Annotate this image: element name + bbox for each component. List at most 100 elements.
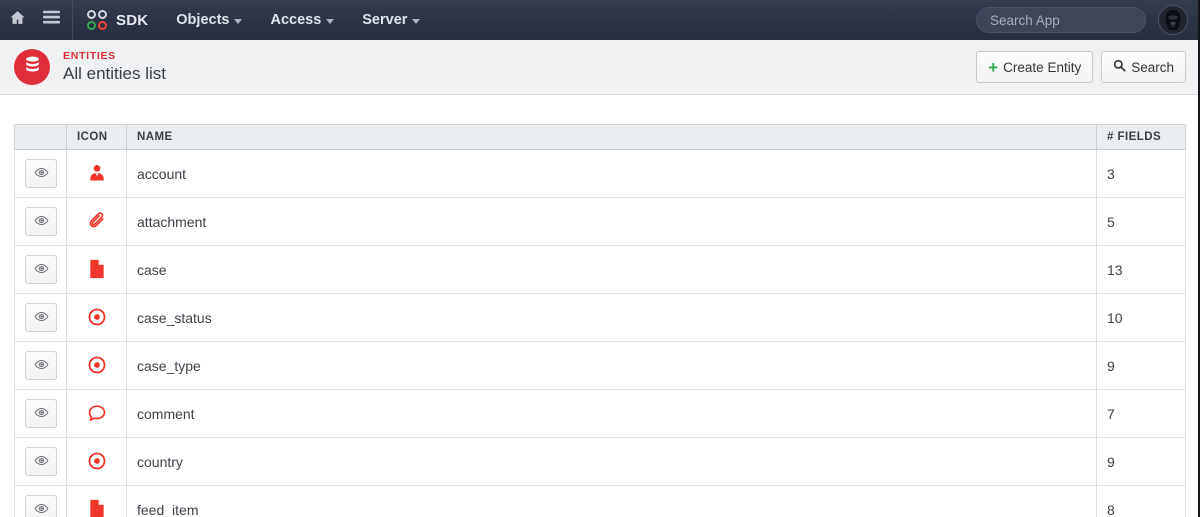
eye-icon: [34, 501, 49, 517]
eye-icon: [34, 309, 49, 327]
row-view-cell: [14, 341, 67, 390]
page-header-text: ENTITIES All entities list: [63, 50, 166, 84]
row-name-cell: case_status: [126, 293, 1097, 342]
search-button-label: Search: [1131, 59, 1174, 75]
table-header-row: ICON NAME # FIELDS: [14, 124, 1186, 150]
view-entity-button[interactable]: [25, 351, 57, 380]
chevron-down-icon: [412, 18, 421, 24]
row-name-cell: feed_item: [126, 485, 1097, 517]
row-icon-cell: [66, 437, 127, 486]
row-view-cell: [14, 149, 67, 198]
create-entity-button[interactable]: + Create Entity: [976, 51, 1094, 83]
view-entity-button[interactable]: [25, 159, 57, 188]
table-row[interactable]: feed_item 8: [14, 485, 1186, 517]
paperclip-icon: [86, 210, 108, 232]
row-icon-cell: [66, 389, 127, 438]
entities-table-container: ICON NAME # FIELDS account 3 attachment …: [0, 96, 1200, 517]
circle-dot-icon: [86, 354, 108, 376]
row-view-cell: [14, 293, 67, 342]
row-name-cell: attachment: [126, 197, 1097, 246]
page-title: All entities list: [63, 64, 166, 83]
table-row[interactable]: case_status 10: [14, 293, 1186, 342]
eye-icon: [34, 165, 49, 183]
column-header-view: [14, 124, 67, 150]
nav-right-group: [976, 5, 1200, 35]
table-row[interactable]: case_type 9: [14, 341, 1186, 390]
entities-avatar: [14, 49, 50, 85]
row-fields-cell: 9: [1096, 437, 1186, 486]
search-button[interactable]: Search: [1101, 51, 1186, 83]
chevron-down-icon: [326, 18, 335, 24]
nav-item-access[interactable]: Access: [256, 0, 348, 40]
row-name-cell: case_type: [126, 341, 1097, 390]
comment-icon: [86, 402, 108, 424]
home-icon: [9, 9, 26, 31]
row-name-cell: case: [126, 245, 1097, 294]
circle-dot-icon: [86, 450, 108, 472]
row-icon-cell: [66, 245, 127, 294]
nav-item-label: Access: [270, 12, 322, 28]
table-row[interactable]: case 13: [14, 245, 1186, 294]
view-entity-button[interactable]: [25, 255, 57, 284]
row-fields-cell: 8: [1096, 485, 1186, 517]
eye-icon: [34, 357, 49, 375]
view-entity-button[interactable]: [25, 303, 57, 332]
page-header: ENTITIES All entities list + Create Enti…: [0, 40, 1200, 95]
table-header: ICON NAME # FIELDS: [14, 124, 1186, 150]
menu-toggle-button[interactable]: [34, 0, 68, 40]
nav-divider: [72, 0, 73, 40]
page-header-actions: + Create Entity Search: [976, 51, 1186, 83]
row-name-cell: comment: [126, 389, 1097, 438]
row-icon-cell: [66, 149, 127, 198]
top-navigation-bar: SDK Objects Access Server: [0, 0, 1200, 40]
table-row[interactable]: country 9: [14, 437, 1186, 486]
view-entity-button[interactable]: [25, 447, 57, 476]
view-entity-button[interactable]: [25, 399, 57, 428]
row-fields-cell: 3: [1096, 149, 1186, 198]
sdk-dots-icon: [87, 10, 107, 30]
database-icon: [23, 55, 42, 79]
search-app-input[interactable]: [976, 7, 1146, 33]
create-entity-label: Create Entity: [1003, 59, 1082, 75]
brand-label: SDK: [116, 11, 149, 29]
entities-table: ICON NAME # FIELDS account 3 attachment …: [14, 124, 1186, 517]
file-icon: [86, 498, 108, 517]
table-row[interactable]: account 3: [14, 149, 1186, 198]
row-view-cell: [14, 437, 67, 486]
view-entity-button[interactable]: [25, 207, 57, 236]
search-icon: [1113, 59, 1126, 75]
eye-icon: [34, 261, 49, 279]
row-fields-cell: 7: [1096, 389, 1186, 438]
table-body: account 3 attachment 5 case 13 case_stat…: [14, 149, 1186, 517]
view-entity-button[interactable]: [25, 495, 57, 517]
nav-item-label: Server: [362, 12, 408, 28]
column-header-icon: ICON: [66, 124, 127, 150]
column-header-fields: # FIELDS: [1096, 124, 1186, 150]
home-button[interactable]: [0, 0, 34, 40]
row-name-cell: country: [126, 437, 1097, 486]
breadcrumb-eyebrow: ENTITIES: [63, 50, 116, 62]
nav-item-objects[interactable]: Objects: [162, 0, 256, 40]
circle-dot-icon: [86, 306, 108, 328]
row-fields-cell: 9: [1096, 341, 1186, 390]
brand-sdk[interactable]: SDK: [79, 0, 162, 40]
row-view-cell: [14, 485, 67, 517]
user-avatar[interactable]: [1158, 5, 1188, 35]
column-header-name: NAME: [126, 124, 1097, 150]
hamburger-menu-icon: [42, 10, 60, 30]
row-icon-cell: [66, 485, 127, 517]
row-icon-cell: [66, 293, 127, 342]
row-view-cell: [14, 197, 67, 246]
row-icon-cell: [66, 197, 127, 246]
row-fields-cell: 10: [1096, 293, 1186, 342]
plus-icon: +: [988, 57, 999, 77]
row-view-cell: [14, 389, 67, 438]
row-name-cell: account: [126, 149, 1097, 198]
nav-item-label: Objects: [176, 12, 230, 28]
nav-item-server[interactable]: Server: [348, 0, 434, 40]
table-row[interactable]: attachment 5: [14, 197, 1186, 246]
row-icon-cell: [66, 341, 127, 390]
file-icon: [86, 258, 108, 280]
table-row[interactable]: comment 7: [14, 389, 1186, 438]
chevron-down-icon: [234, 18, 243, 24]
